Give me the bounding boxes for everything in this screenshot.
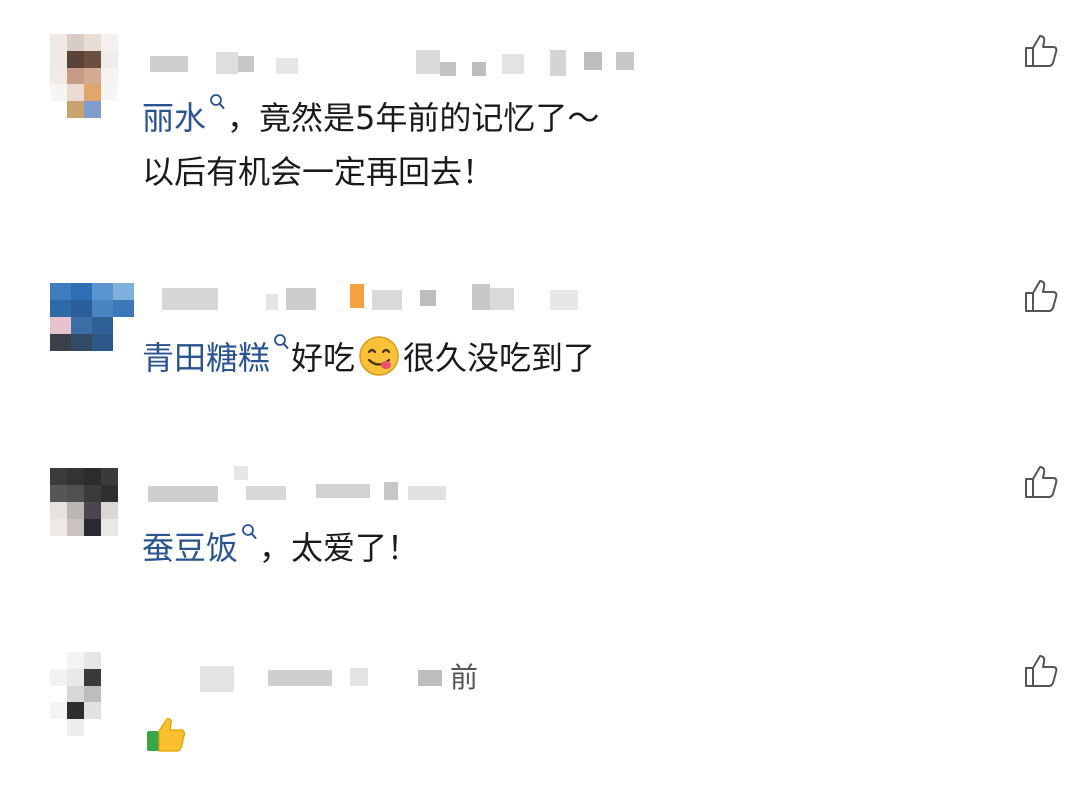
comment-body-after-emoji: 很久没吃到了	[403, 339, 596, 377]
thumbs-up-emoji-icon	[147, 718, 185, 752]
avatar[interactable]	[50, 34, 118, 118]
like-icon[interactable]	[1022, 277, 1060, 315]
search-icon[interactable]	[273, 333, 289, 355]
search-icon[interactable]	[241, 523, 257, 545]
yum-face-emoji-icon	[359, 336, 399, 376]
comment-meta-blurred	[146, 44, 646, 78]
comment-meta-blurred: 前	[146, 656, 506, 694]
avatar[interactable]	[50, 283, 134, 351]
comment-meta-blurred	[146, 466, 466, 502]
topic-link[interactable]: 青田糖糕	[142, 339, 270, 377]
comment-meta-blurred	[146, 282, 606, 316]
like-icon[interactable]	[1022, 32, 1060, 70]
comment-text: 青田糖糕 好吃 很久没吃到了	[142, 328, 595, 388]
comment-text-line2: 以后有机会一定再回去！	[142, 153, 495, 191]
topic-link[interactable]: 蚕豆饭	[142, 529, 238, 567]
comment-text: 丽水 ，竟然是5年前的记忆了～	[142, 88, 599, 148]
comment-time-suffix: 前	[450, 661, 479, 694]
comment-text: 蚕豆饭 ，太爱了！	[142, 518, 419, 578]
comment-text	[142, 706, 190, 766]
like-icon[interactable]	[1022, 463, 1060, 501]
comment-body: ，竟然是5年前的记忆了～	[227, 99, 600, 137]
comment-body: 好吃	[291, 339, 356, 377]
avatar[interactable]	[50, 468, 118, 536]
like-icon[interactable]	[1022, 652, 1060, 690]
comment-body: ，太爱了！	[259, 529, 420, 567]
avatar[interactable]	[50, 652, 118, 736]
topic-link[interactable]: 丽水	[142, 99, 206, 137]
search-icon[interactable]	[209, 93, 225, 115]
